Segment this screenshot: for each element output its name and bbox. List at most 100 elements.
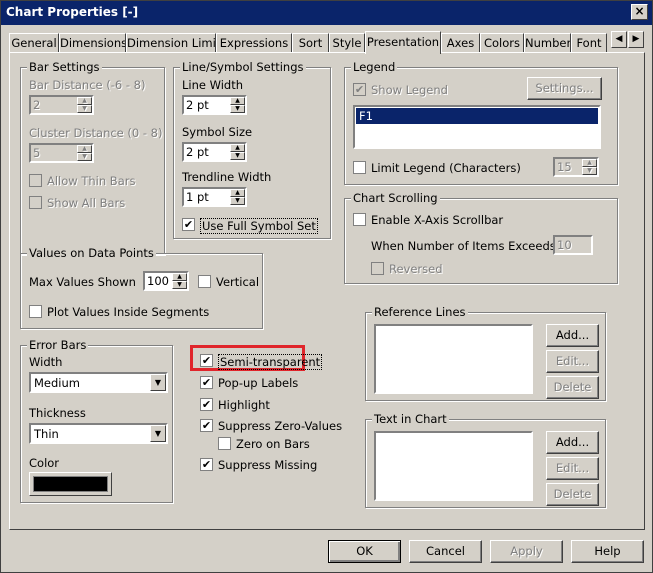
- tab-font[interactable]: Font: [571, 33, 607, 52]
- check-icon[interactable]: ✔: [200, 398, 213, 411]
- check-icon[interactable]: ✔: [200, 354, 213, 367]
- check-icon[interactable]: ✔: [200, 458, 213, 471]
- max-values-spinner[interactable]: 100 ▲ ▼: [143, 271, 189, 291]
- enable-scrollbar-checkbox[interactable]: [353, 213, 366, 226]
- chevron-down-icon[interactable]: ▼: [150, 374, 166, 391]
- arrow-down-icon[interactable]: ▼: [172, 281, 187, 289]
- bar-distance-spinner[interactable]: 2 ▲ ▼: [29, 95, 94, 115]
- text-in-chart-list[interactable]: [374, 431, 533, 501]
- tab-dimension-limits[interactable]: Dimension Limits: [126, 33, 216, 52]
- tab-dimensions[interactable]: Dimensions: [59, 33, 126, 52]
- legend-list[interactable]: F1: [353, 105, 601, 149]
- vertical-label: Vertical: [216, 275, 260, 289]
- spinner-value: 15: [557, 160, 572, 174]
- color-picker-button[interactable]: [29, 472, 112, 496]
- bar-distance-label: Bar Distance (-6 - 8): [29, 78, 146, 92]
- text-add-button[interactable]: Add...: [546, 431, 599, 454]
- line-width-spinner[interactable]: 2 pt ▲ ▼: [182, 95, 247, 115]
- show-all-bars-checkbox[interactable]: [29, 196, 42, 209]
- ok-button[interactable]: OK: [328, 540, 401, 563]
- allow-thin-bars-checkbox[interactable]: [29, 174, 42, 187]
- arrow-up-icon[interactable]: ▲: [172, 273, 187, 281]
- use-full-symbol-set-label: Use Full Symbol Set: [200, 218, 318, 234]
- items-exceeds-input[interactable]: 10: [553, 235, 593, 255]
- arrow-down-icon[interactable]: ▼: [77, 153, 92, 161]
- help-button[interactable]: Help: [571, 540, 644, 563]
- thickness-label: Thickness: [29, 406, 86, 420]
- group-label: Values on Data Points: [27, 246, 156, 260]
- tab-number[interactable]: Number: [524, 33, 571, 52]
- text-delete-button[interactable]: Delete: [546, 483, 599, 506]
- reversed-checkbox[interactable]: [371, 262, 384, 275]
- show-legend-label: Show Legend: [371, 83, 448, 97]
- suppress-zero-label: Suppress Zero-Values: [218, 419, 343, 433]
- group-label: Reference Lines: [372, 305, 468, 319]
- arrow-down-icon[interactable]: ▼: [230, 197, 245, 205]
- arrow-down-icon[interactable]: ▼: [230, 152, 245, 160]
- plot-inside-checkbox[interactable]: [29, 305, 42, 318]
- color-label: Color: [29, 456, 60, 470]
- group-label: Error Bars: [27, 338, 89, 352]
- legend-group: Legend ✔ Show Legend Settings... F1 Limi…: [344, 60, 618, 185]
- tab-expressions[interactable]: Expressions: [216, 33, 292, 52]
- arrow-right-icon[interactable]: ▶: [628, 31, 644, 48]
- close-icon[interactable]: ×: [631, 4, 648, 20]
- vertical-checkbox[interactable]: [198, 275, 211, 288]
- thickness-combo[interactable]: Thin ▼: [29, 423, 168, 444]
- arrow-up-icon[interactable]: ▲: [77, 145, 92, 153]
- bar-settings-group: Bar Settings Bar Distance (-6 - 8) 2 ▲ ▼ …: [20, 60, 165, 255]
- arrow-up-icon[interactable]: ▲: [582, 159, 597, 167]
- check-icon[interactable]: ✔: [182, 218, 195, 231]
- reference-delete-button[interactable]: Delete: [546, 376, 599, 399]
- error-bars-group: Error Bars Width Medium ▼ Thickness Thin…: [20, 338, 173, 503]
- trendline-width-spinner[interactable]: 1 pt ▲ ▼: [182, 187, 247, 207]
- tab-sort[interactable]: Sort: [292, 33, 329, 52]
- combo-value: Thin: [34, 427, 59, 441]
- arrow-up-icon[interactable]: ▲: [230, 97, 245, 105]
- check-icon[interactable]: ✔: [200, 376, 213, 389]
- spinner-value: 5: [33, 146, 41, 160]
- tab-colors[interactable]: Colors: [480, 33, 524, 52]
- input-value: 10: [557, 238, 572, 252]
- check-icon[interactable]: ✔: [353, 83, 366, 96]
- tab-style[interactable]: Style: [329, 33, 365, 52]
- group-label: Legend: [351, 60, 398, 74]
- reference-lines-list[interactable]: [374, 324, 533, 394]
- limit-legend-checkbox[interactable]: [353, 161, 366, 174]
- spinner-value: 1 pt: [186, 190, 209, 204]
- arrow-down-icon[interactable]: ▼: [582, 167, 597, 175]
- arrow-left-icon[interactable]: ◀: [611, 31, 627, 48]
- spinner-value: 100: [147, 274, 169, 288]
- text-edit-button[interactable]: Edit...: [546, 457, 599, 480]
- reference-lines-group: Reference Lines Add... Edit... Delete: [365, 305, 606, 401]
- arrow-down-icon[interactable]: ▼: [230, 105, 245, 113]
- chevron-down-icon[interactable]: ▼: [150, 425, 166, 442]
- cluster-distance-spinner[interactable]: 5 ▲ ▼: [29, 143, 94, 163]
- check-icon[interactable]: ✔: [200, 419, 213, 432]
- items-exceeds-label: When Number of Items Exceeds:: [371, 239, 560, 253]
- list-item[interactable]: F1: [356, 108, 598, 124]
- reference-add-button[interactable]: Add...: [546, 324, 599, 347]
- limit-legend-spinner[interactable]: 15 ▲ ▼: [553, 157, 599, 177]
- arrow-up-icon[interactable]: ▲: [230, 144, 245, 152]
- symbol-size-spinner[interactable]: 2 pt ▲ ▼: [182, 142, 247, 162]
- group-label: Line/Symbol Settings: [180, 60, 306, 74]
- group-label: Bar Settings: [27, 60, 102, 74]
- apply-button[interactable]: Apply: [490, 540, 563, 563]
- text-in-chart-group: Text in Chart Add... Edit... Delete: [365, 412, 606, 508]
- tab-general[interactable]: General: [9, 33, 59, 52]
- tab-axes[interactable]: Axes: [441, 33, 480, 52]
- legend-settings-button[interactable]: Settings...: [527, 77, 602, 100]
- width-combo[interactable]: Medium ▼: [29, 372, 168, 393]
- spinner-value: 2: [33, 98, 41, 112]
- highlight-label: Highlight: [218, 398, 270, 412]
- tab-presentation[interactable]: Presentation: [365, 31, 441, 54]
- cancel-button[interactable]: Cancel: [409, 540, 482, 563]
- zero-on-bars-checkbox[interactable]: [218, 437, 231, 450]
- plot-inside-label: Plot Values Inside Segments: [47, 305, 210, 319]
- trendline-width-label: Trendline Width: [182, 170, 272, 184]
- arrow-up-icon[interactable]: ▲: [77, 97, 92, 105]
- reference-edit-button[interactable]: Edit...: [546, 350, 599, 373]
- arrow-up-icon[interactable]: ▲: [230, 189, 245, 197]
- arrow-down-icon[interactable]: ▼: [77, 105, 92, 113]
